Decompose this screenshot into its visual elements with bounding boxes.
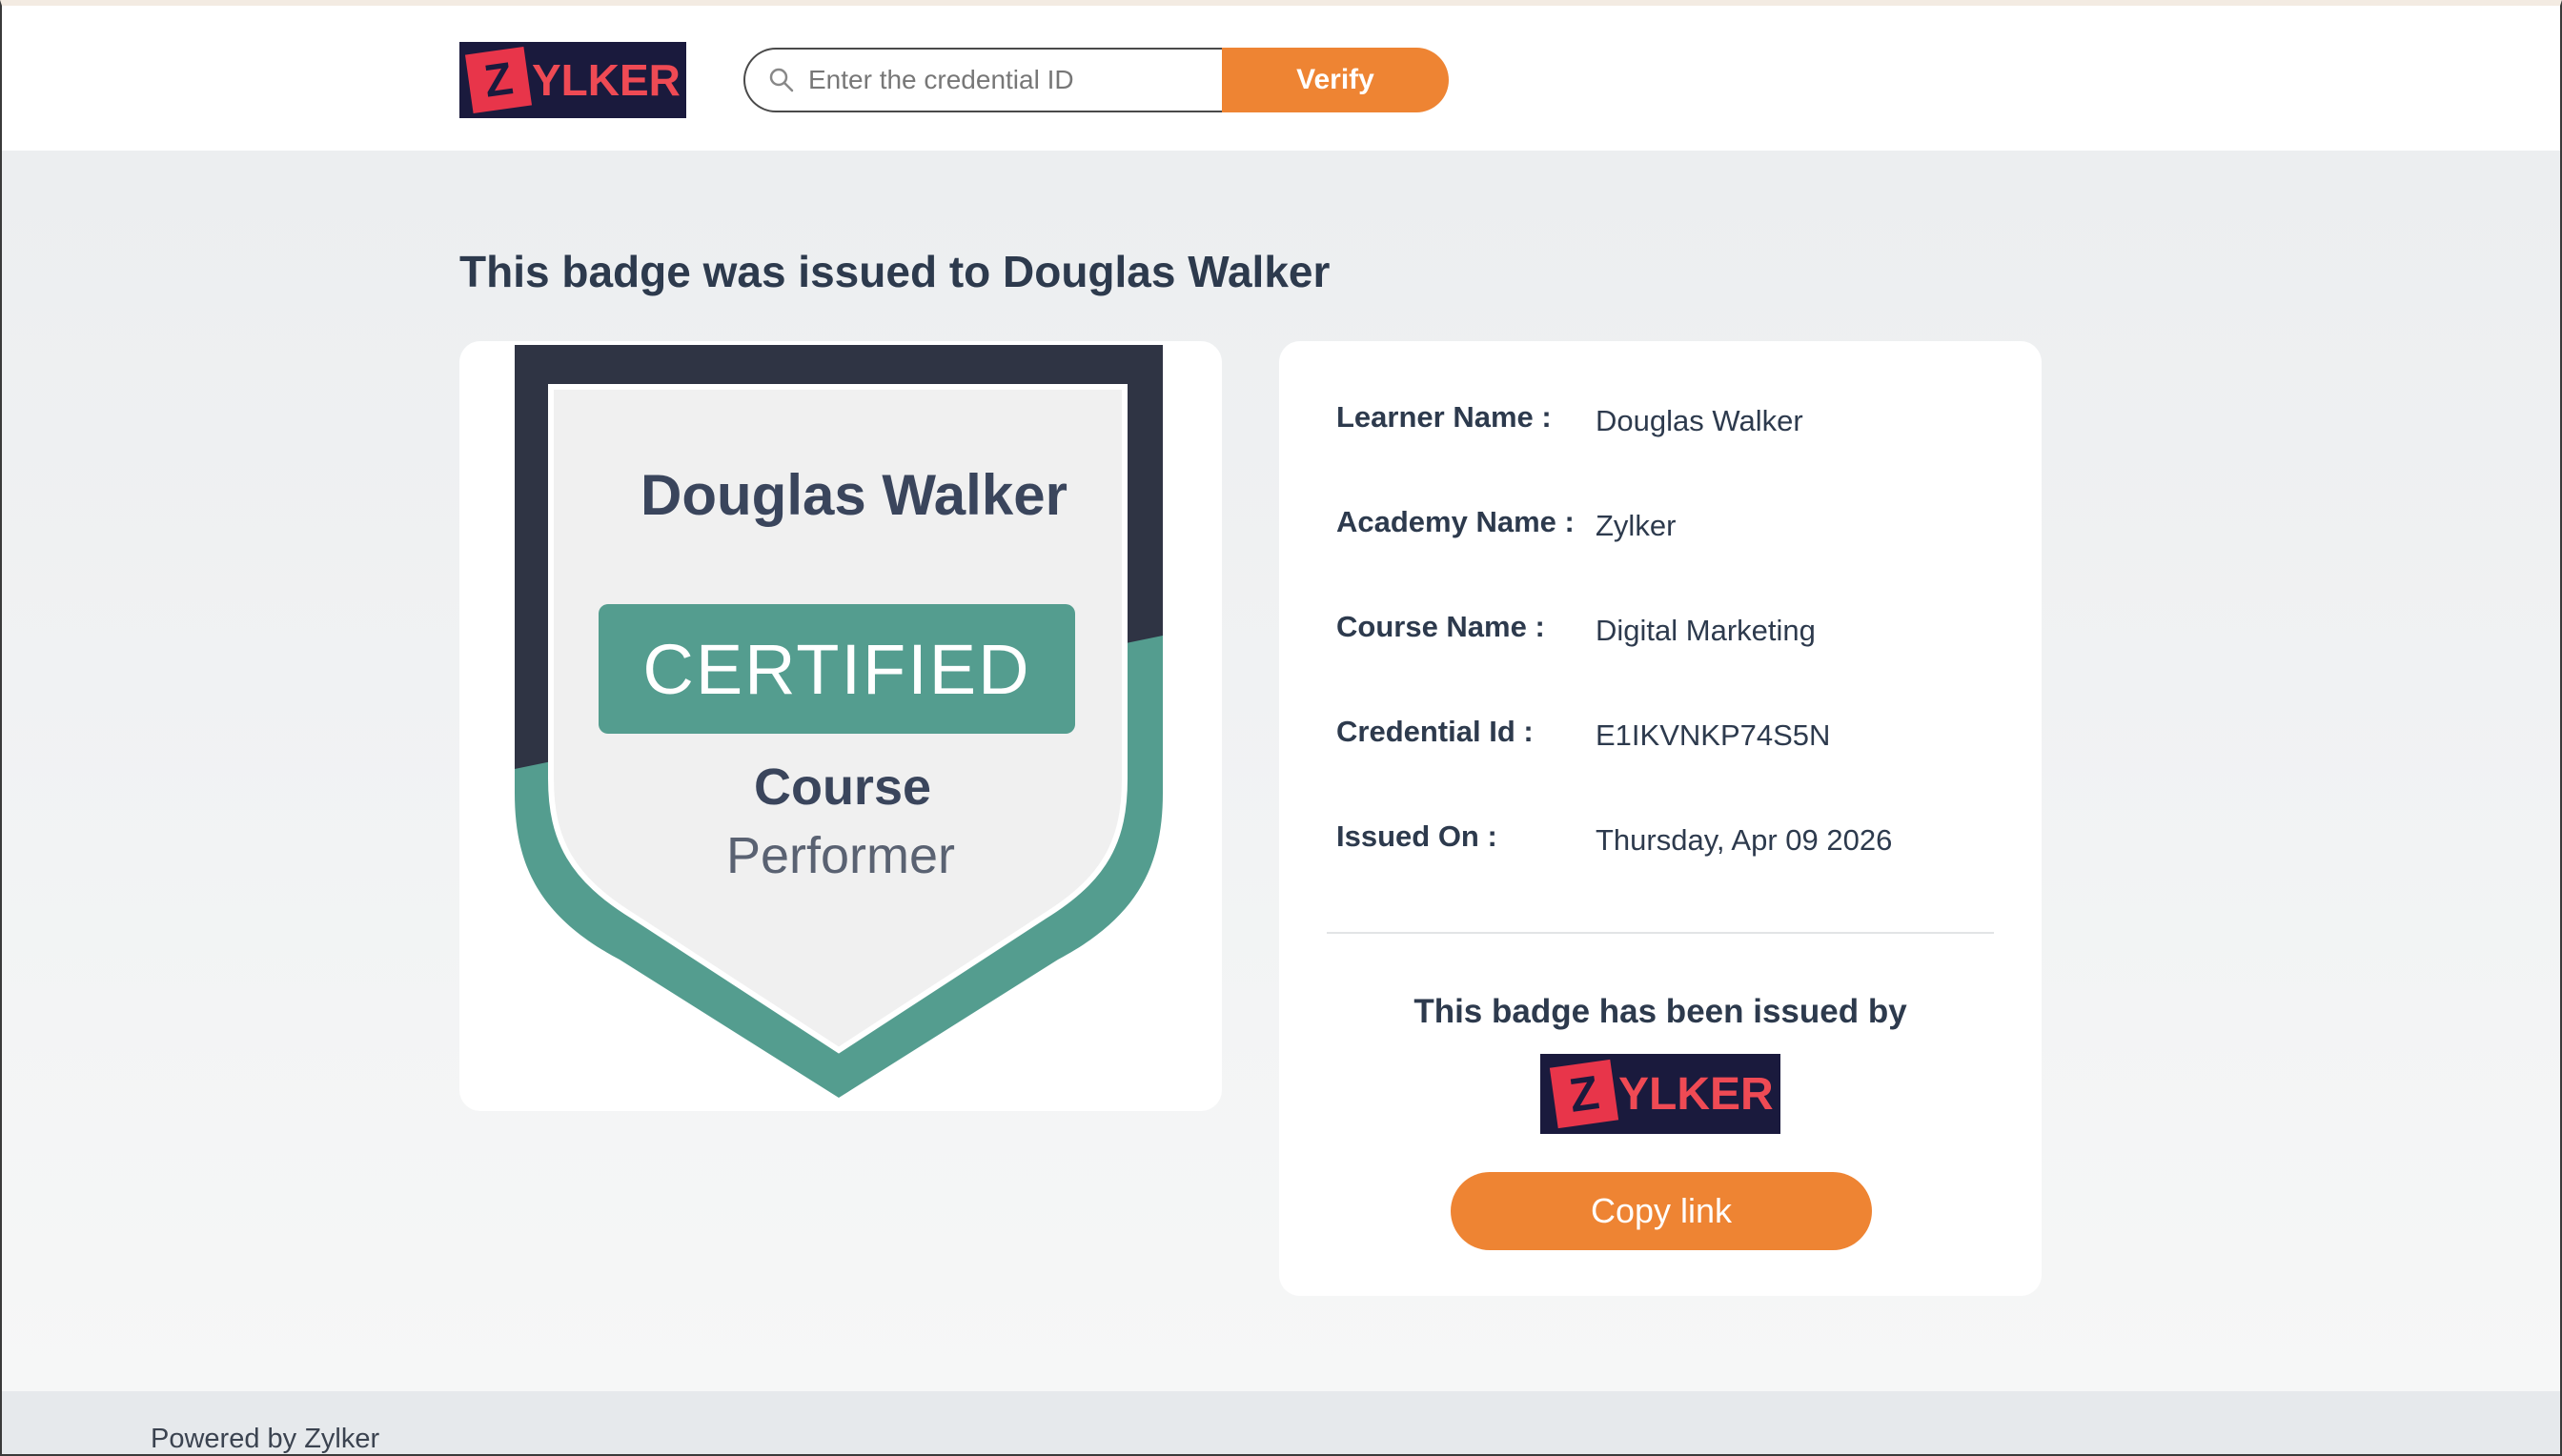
- powered-by-text: Powered by Zylker: [151, 1424, 380, 1454]
- detail-label: Credential Id :: [1336, 715, 1534, 748]
- logo-text: YLKER: [1618, 1068, 1774, 1120]
- logo-text: YLKER: [532, 55, 681, 105]
- issued-by-text: This badge has been issued by: [1413, 993, 1907, 1030]
- logo-letter: Z: [464, 46, 533, 114]
- detail-value: E1IKVNKP74S5N: [1596, 718, 1831, 752]
- verify-button[interactable]: Verify: [1222, 48, 1449, 112]
- detail-value: Zylker: [1596, 509, 1677, 542]
- detail-label: Issued On :: [1336, 819, 1497, 853]
- zylker-logo[interactable]: Z YLKER: [459, 42, 686, 118]
- badge-line-performer: Performer: [726, 827, 955, 884]
- badge-recipient-name: Douglas Walker: [640, 463, 1068, 527]
- footer: Powered by Zylker: [0, 1391, 2562, 1456]
- detail-label: Course Name :: [1336, 610, 1545, 643]
- badge-card: Douglas Walker CERTIFIED Course Performe…: [459, 341, 1222, 1111]
- credential-details-card: Learner Name : Douglas Walker Academy Na…: [1279, 341, 2042, 1296]
- detail-value: Thursday, Apr 09 2026: [1596, 823, 1893, 857]
- badge-line-course: Course: [754, 758, 931, 816]
- top-header: Z YLKER Verify: [0, 0, 2562, 151]
- detail-label: Academy Name :: [1336, 505, 1575, 538]
- search-icon: [769, 68, 794, 92]
- issuer-logo: Z YLKER: [1540, 1054, 1780, 1134]
- page-title: This badge was issued to Douglas Walker: [459, 247, 1331, 296]
- certified-text: CERTIFIED: [642, 630, 1030, 709]
- detail-label: Learner Name :: [1336, 400, 1552, 434]
- detail-value: Digital Marketing: [1596, 614, 1816, 647]
- credential-id-input[interactable]: [808, 65, 1209, 95]
- detail-value: Douglas Walker: [1596, 404, 1803, 437]
- search-box[interactable]: [743, 48, 1222, 112]
- logo-letter: Z: [1549, 1059, 1619, 1129]
- credential-search: Verify: [743, 48, 1449, 112]
- copy-link-button[interactable]: Copy link: [1451, 1172, 1872, 1250]
- divider: [1327, 932, 1994, 934]
- badge-image: Douglas Walker CERTIFIED Course Performe…: [515, 345, 1163, 1098]
